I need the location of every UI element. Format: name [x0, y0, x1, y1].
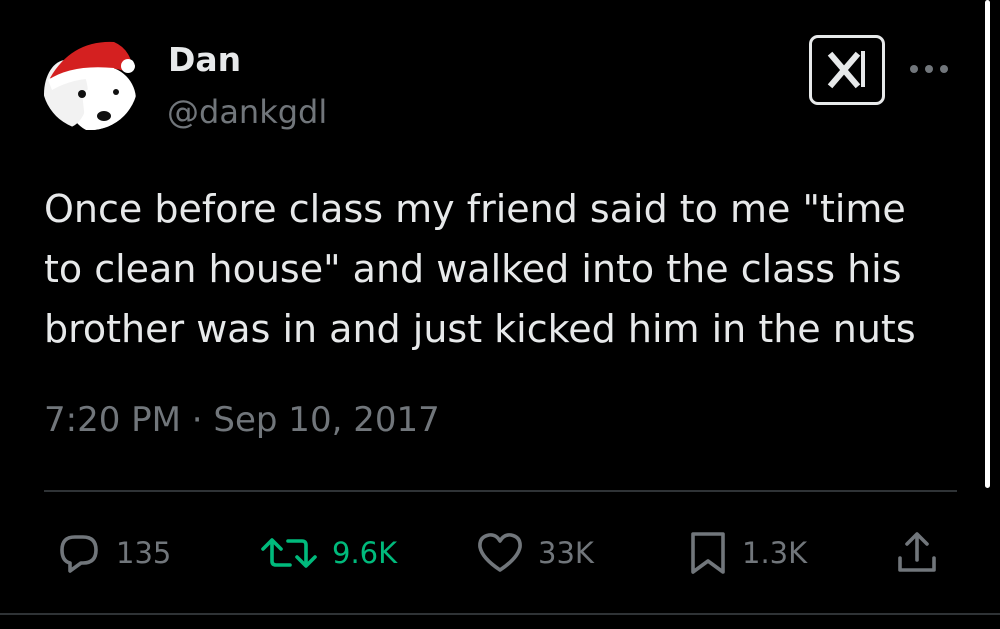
- bookmark-icon: [691, 532, 725, 574]
- share-button[interactable]: [894, 530, 940, 576]
- tweet-timestamp[interactable]: 7:20 PM · Sep 10, 2017: [44, 398, 440, 442]
- more-options-button[interactable]: [906, 54, 952, 84]
- grok-x-button[interactable]: [809, 35, 885, 105]
- reply-count: 135: [116, 536, 172, 570]
- like-button[interactable]: 33K: [476, 530, 594, 576]
- display-name[interactable]: Dan: [168, 40, 241, 80]
- share-icon: [898, 532, 936, 572]
- retweet-button[interactable]: 9.6K: [260, 530, 397, 576]
- like-count: 33K: [538, 536, 594, 570]
- retweet-count: 9.6K: [332, 536, 398, 570]
- grok-x-icon: [827, 51, 865, 89]
- avatar[interactable]: [42, 34, 138, 130]
- bookmark-count: 1.3K: [742, 536, 808, 570]
- bottom-divider: [0, 613, 1000, 615]
- user-handle[interactable]: @dankgdl: [167, 92, 327, 132]
- retweet-icon: [261, 538, 317, 568]
- bookmark-button[interactable]: 1.3K: [688, 530, 807, 576]
- reply-icon: [60, 535, 98, 573]
- scrollbar[interactable]: [985, 0, 990, 488]
- tweet-text: Once before class my friend said to me "…: [44, 187, 916, 351]
- heart-icon: [478, 533, 522, 572]
- horse-santa-hat-avatar-icon: [42, 34, 138, 130]
- reply-button[interactable]: 135: [56, 530, 171, 576]
- divider: [44, 490, 957, 492]
- more-dots-icon: [910, 65, 948, 73]
